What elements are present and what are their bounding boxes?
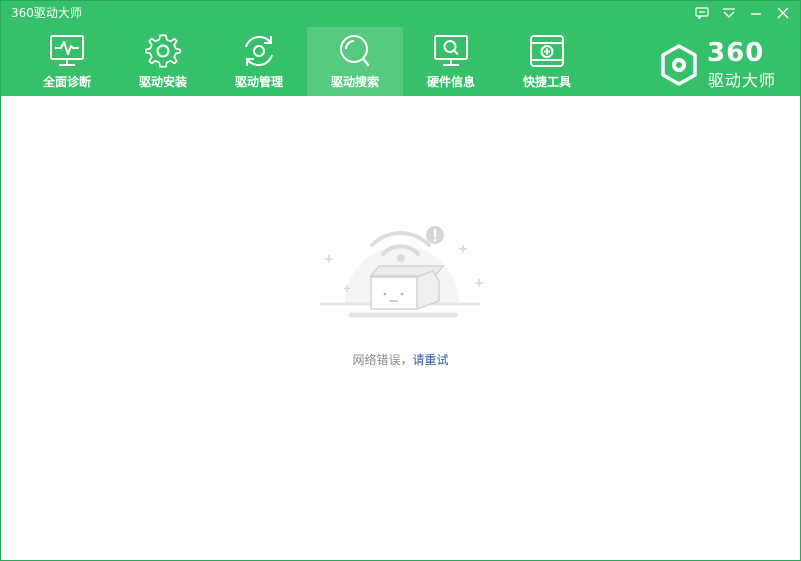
main-nav: 全面诊断 驱动安装 驱动管理 驱动搜索 硬件信息 快捷工具: [19, 27, 595, 96]
tab-label: 硬件信息: [426, 75, 475, 89]
close-icon: [776, 7, 789, 19]
error-text: 网络错误，: [352, 353, 413, 367]
tab-driver-manage[interactable]: 驱动管理: [211, 27, 307, 96]
brand: 360 驱动大师: [657, 38, 787, 90]
gear-icon: [145, 34, 181, 68]
app-window: 360 驱动大师 全面诊断 驱动安装 驱动管理 驱动搜索 硬件信息 快捷工具 36…: [0, 0, 801, 561]
no-network-box-icon: [319, 226, 483, 318]
app-title: 360驱动大师: [11, 6, 82, 20]
tab-full-diagnosis[interactable]: 全面诊断: [19, 27, 115, 96]
360-gear-logo-icon: [661, 44, 697, 86]
search-icon: [340, 35, 370, 67]
tab-hardware-info[interactable]: 硬件信息: [403, 27, 499, 96]
tab-quick-tools[interactable]: 快捷工具: [499, 27, 595, 96]
chat-icon: [694, 7, 709, 19]
brand-number: 360: [707, 38, 765, 68]
tab-label: 快捷工具: [522, 75, 571, 89]
tab-driver-install[interactable]: 驱动安装: [115, 27, 211, 96]
tab-label: 驱动管理: [234, 75, 283, 89]
retry-link[interactable]: 请重试: [413, 353, 449, 367]
tab-label: 全面诊断: [42, 75, 91, 89]
tab-driver-search[interactable]: 驱动搜索: [307, 27, 403, 96]
toolbox-icon: [530, 35, 564, 67]
brand-name: 驱动大师: [708, 71, 777, 90]
menu-button[interactable]: [715, 3, 742, 23]
minimize-icon: [750, 13, 761, 15]
monitor-pulse-icon: [50, 35, 84, 66]
monitor-search-icon: [434, 35, 468, 66]
error-message: 网络错误，请重试: [1, 352, 800, 368]
feedback-button[interactable]: [688, 3, 715, 23]
window-controls: [688, 3, 796, 23]
close-button[interactable]: [769, 3, 796, 23]
tab-label: 驱动搜索: [330, 75, 379, 89]
refresh-gear-icon: [245, 35, 273, 67]
header-bar: 360 驱动大师 全面诊断 驱动安装 驱动管理 驱动搜索 硬件信息 快捷工具 36…: [1, 1, 800, 96]
tab-label: 驱动安装: [138, 75, 187, 89]
minimize-button[interactable]: [742, 3, 769, 23]
menu-down-icon: [722, 8, 735, 18]
